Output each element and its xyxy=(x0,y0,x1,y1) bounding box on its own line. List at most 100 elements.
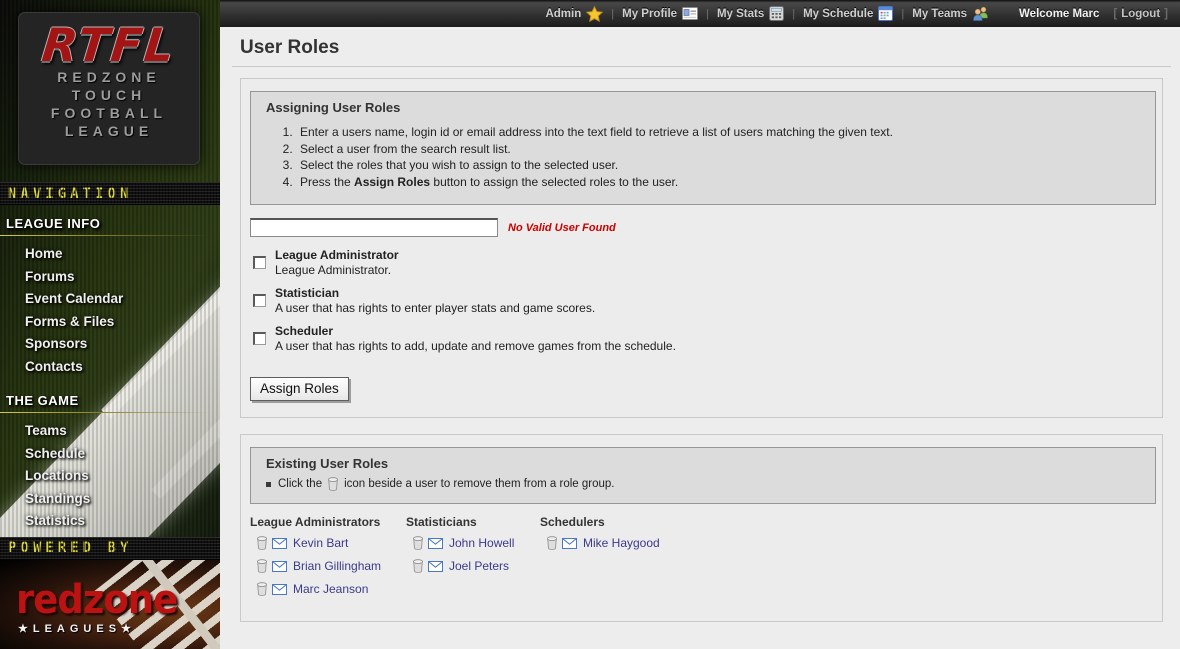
section-title-league-info: LEAGUE INFO xyxy=(0,216,220,231)
email-user-button[interactable] xyxy=(562,538,577,549)
section-title-the-game: THE GAME xyxy=(0,393,220,408)
instruction-item: Select the roles that you wish to assign… xyxy=(296,157,1141,174)
page-title: User Roles xyxy=(240,37,1163,59)
role-row-statistician[interactable]: Statistician A user that has rights to e… xyxy=(250,286,1156,315)
sidebar-item-teams[interactable]: Teams xyxy=(0,420,220,443)
remove-user-button[interactable] xyxy=(412,536,424,550)
topbar-item-label: My Stats xyxy=(717,8,764,20)
rtfl-logo-line: LEAGUE xyxy=(18,122,200,140)
topbar-item-admin[interactable]: Admin xyxy=(543,6,605,22)
email-user-button[interactable] xyxy=(428,538,443,549)
user-row: John Howell xyxy=(412,536,540,550)
powered-by-banner: POWERED BY xyxy=(0,537,220,560)
topbar-item-my-teams[interactable]: My Teams xyxy=(910,6,991,21)
assign-roles-button[interactable]: Assign Roles xyxy=(250,377,349,401)
role-groups: League Administrators Kevin Bart Brian G… xyxy=(250,504,1156,617)
sidebar-item-home[interactable]: Home xyxy=(0,243,220,266)
remove-user-button[interactable] xyxy=(412,559,424,573)
email-icon xyxy=(562,538,577,549)
trash-icon xyxy=(327,477,339,491)
email-icon xyxy=(272,561,287,572)
email-user-button[interactable] xyxy=(272,584,287,595)
logout-group: [ Logout ] xyxy=(1113,8,1168,20)
topbar-item-label: Admin xyxy=(545,8,581,20)
role-text: League Administrator League Administrato… xyxy=(275,248,399,277)
remove-user-button[interactable] xyxy=(256,536,268,550)
user-name: Kevin Bart xyxy=(293,536,348,550)
instruction-item: Enter a users name, login id or email ad… xyxy=(296,124,1141,141)
topbar-item-label: My Teams xyxy=(912,8,967,20)
group-title: League Administrators xyxy=(250,515,406,529)
sidebar-item-sponsors[interactable]: Sponsors xyxy=(0,333,220,356)
existing-roles-section: Existing User Roles Click the icon besid… xyxy=(240,434,1163,622)
sidebar-item-event-calendar[interactable]: Event Calendar xyxy=(0,288,220,311)
email-user-button[interactable] xyxy=(272,538,287,549)
user-name: John Howell xyxy=(449,536,514,550)
topbar-separator: | xyxy=(611,8,614,20)
sidebar-section-league-info: LEAGUE INFO Home Forums Event Calendar F… xyxy=(0,205,220,382)
sidebar-item-schedule[interactable]: Schedule xyxy=(0,443,220,466)
topbar-item-my-schedule[interactable]: My Schedule xyxy=(801,6,895,21)
role-checkbox-list: League Administrator League Administrato… xyxy=(250,248,1156,353)
title-divider xyxy=(232,66,1171,67)
calendar-icon xyxy=(878,6,893,21)
square-bullet xyxy=(266,482,271,487)
assign-roles-section: Assigning User Roles Enter a users name,… xyxy=(240,78,1163,418)
instruction-item: Press the Assign Roles button to assign … xyxy=(296,174,1141,191)
user-search-input[interactable] xyxy=(250,218,498,237)
email-user-button[interactable] xyxy=(272,561,287,572)
role-checkbox-league-administrator[interactable] xyxy=(253,256,266,269)
role-text: Scheduler A user that has rights to add,… xyxy=(275,324,676,353)
rtfl-logo-line: FOOTBALL xyxy=(18,104,200,122)
role-checkbox-statistician[interactable] xyxy=(253,294,266,307)
trash-icon xyxy=(412,559,424,573)
redzone-logo-sub: ★LEAGUES★ xyxy=(18,622,136,635)
trash-icon xyxy=(256,582,268,596)
email-icon xyxy=(272,538,287,549)
user-row: Mike Haygood xyxy=(546,536,696,550)
instruction-item: Select a user from the search result lis… xyxy=(296,141,1141,158)
star-glyph: ★ xyxy=(18,623,33,635)
group-statisticians: Statisticians John Howell Joel Peters xyxy=(406,515,540,605)
star-icon xyxy=(586,6,603,22)
sidebar-item-forums[interactable]: Forums xyxy=(0,266,220,289)
sidebar-item-standings[interactable]: Standings xyxy=(0,488,220,511)
role-description: League Administrator. xyxy=(275,263,399,277)
role-description: A user that has rights to add, update an… xyxy=(275,339,676,353)
role-row-league-administrator[interactable]: League Administrator League Administrato… xyxy=(250,248,1156,277)
topbar-item-label: My Profile xyxy=(622,8,677,20)
role-name: League Administrator xyxy=(275,248,399,262)
remove-user-button[interactable] xyxy=(256,582,268,596)
role-name: Statistician xyxy=(275,286,595,300)
existing-roles-header-box: Existing User Roles Click the icon besid… xyxy=(250,447,1156,504)
sidebar-item-locations[interactable]: Locations xyxy=(0,465,220,488)
trash-icon xyxy=(256,559,268,573)
group-title: Statisticians xyxy=(406,515,540,529)
sidebar-item-statistics[interactable]: Statistics xyxy=(0,510,220,533)
rtfl-logo: RTFL REDZONE TOUCH FOOTBALL LEAGUE xyxy=(18,12,200,165)
email-user-button[interactable] xyxy=(428,561,443,572)
sidebar-item-forms-files[interactable]: Forms & Files xyxy=(0,311,220,334)
sidebar-item-contacts[interactable]: Contacts xyxy=(0,356,220,379)
the-game-items: Teams Schedule Locations Standings Stati… xyxy=(0,413,220,533)
content-area: Admin | My Profile | My Stats | My Sched… xyxy=(220,0,1180,649)
star-glyph: ★ xyxy=(121,623,136,635)
user-name: Mike Haygood xyxy=(583,536,660,550)
rtfl-logo-line: TOUCH xyxy=(18,86,200,104)
trash-icon xyxy=(546,536,558,550)
remove-user-button[interactable] xyxy=(256,559,268,573)
bracket: [ xyxy=(1113,8,1117,20)
topbar-item-my-stats[interactable]: My Stats xyxy=(715,6,786,21)
assigning-header: Assigning User Roles xyxy=(266,100,1141,115)
topbar-item-my-profile[interactable]: My Profile xyxy=(620,7,700,20)
vcard-icon xyxy=(682,7,698,20)
user-row: Marc Jeanson xyxy=(256,582,406,596)
role-checkbox-scheduler[interactable] xyxy=(253,332,266,345)
remove-user-button[interactable] xyxy=(546,536,558,550)
user-name: Brian Gillingham xyxy=(293,559,381,573)
redzone-leagues-logo[interactable]: redzone ★LEAGUES★ xyxy=(0,560,220,649)
logout-link[interactable]: Logout xyxy=(1121,8,1160,20)
navigation-banner: NAVIGATION xyxy=(0,182,220,205)
role-row-scheduler[interactable]: Scheduler A user that has rights to add,… xyxy=(250,324,1156,353)
email-icon xyxy=(428,538,443,549)
